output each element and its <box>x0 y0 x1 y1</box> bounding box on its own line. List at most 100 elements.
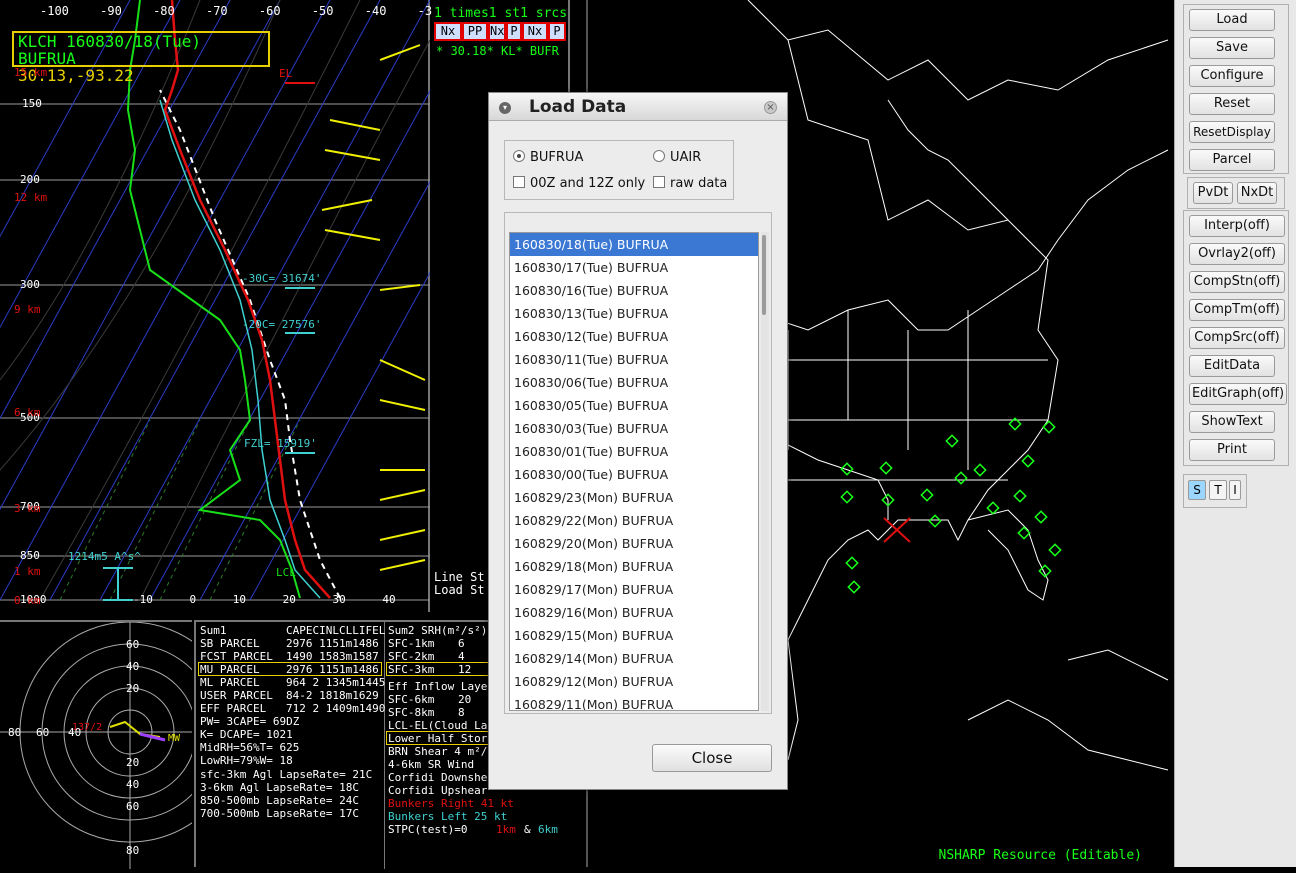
scrollbar-thumb[interactable] <box>762 235 766 315</box>
hodo-ring-label: 40 <box>68 726 82 739</box>
temp-tick: 20 <box>282 593 296 606</box>
parcel-values: 712 2 1409m1490 <box>286 702 386 715</box>
next-stn-button[interactable]: Nx <box>488 22 506 41</box>
misc2-line: Corfidi Downshear <box>388 771 501 784</box>
interp-button[interactable]: Interp(off) <box>1189 215 1285 237</box>
icing-toggle[interactable]: I <box>1229 480 1241 500</box>
srh-layer: SFC-6km <box>388 693 435 706</box>
height-label: 9 km <box>14 303 41 316</box>
srh-value: 8 <box>458 706 465 719</box>
temp-tick: -70 <box>205 4 228 18</box>
print-button[interactable]: Print <box>1189 439 1275 461</box>
hodo-ring-label: 20 <box>126 756 140 769</box>
list-item[interactable]: 160830/06(Tue) BUFRUA <box>510 371 758 394</box>
prev-stn-button[interactable]: P <box>506 22 522 41</box>
reset-button[interactable]: Reset <box>1189 93 1275 115</box>
sum2-header: Sum2 SRH(m²/s²) <box>388 624 488 637</box>
list-item[interactable]: 160830/17(Tue) BUFRUA <box>510 256 758 279</box>
time-list[interactable]: 160830/18(Tue) BUFRUA 160830/17(Tue) BUF… <box>509 232 759 711</box>
pressure-label: 300 <box>20 278 40 291</box>
parcel-name: ML PARCEL <box>200 676 260 689</box>
temp-tick: 0 <box>189 593 197 606</box>
temp-tick: -40 <box>364 4 387 18</box>
list-item[interactable]: 160830/05(Tue) BUFRUA <box>510 394 758 417</box>
window-menu-icon[interactable]: ▾ <box>499 102 511 114</box>
misc2-line: BRN Shear 4 m²/s² <box>388 745 501 758</box>
turbulence-toggle[interactable]: T <box>1209 480 1227 500</box>
bufrua-radio[interactable]: BUFRUA <box>513 150 583 165</box>
next-src-button[interactable]: Nx <box>522 22 548 41</box>
prev-date-button[interactable]: PvDt <box>1193 182 1233 204</box>
temp-tick: -50 <box>311 4 334 18</box>
compare-time-button[interactable]: CompTm(off) <box>1189 299 1285 321</box>
raw-data-checkbox[interactable]: raw data <box>653 176 727 191</box>
lcl-label: LCL <box>276 566 296 579</box>
save-button[interactable]: Save <box>1189 37 1275 59</box>
list-item[interactable]: 160829/18(Mon) BUFRUA <box>510 555 758 578</box>
list-item[interactable]: 160830/11(Tue) BUFRUA <box>510 348 758 371</box>
radio-checked-icon <box>513 150 525 162</box>
pressure-label: 850 <box>20 549 40 562</box>
hodo-ring-label: 40 <box>126 660 140 673</box>
hodo-ring-label: 80 <box>8 726 22 739</box>
temp-tick: -10 <box>133 593 153 606</box>
height-label: 1 km <box>14 565 41 578</box>
compare-source-button[interactable]: CompSrc(off) <box>1189 327 1285 349</box>
edit-data-button[interactable]: EditData <box>1189 355 1275 377</box>
list-item[interactable]: 160829/16(Mon) BUFRUA <box>510 601 758 624</box>
dialog-titlebar[interactable]: ▾ Load Data × <box>489 93 787 121</box>
close-icon[interactable]: × <box>764 101 777 114</box>
list-item[interactable]: 160829/15(Mon) BUFRUA <box>510 624 758 647</box>
list-item[interactable]: 160830/16(Tue) BUFRUA <box>510 279 758 302</box>
mean-wind-label: MW <box>168 733 181 744</box>
skewt-diagram <box>0 0 430 601</box>
parcel-button[interactable]: Parcel <box>1189 149 1275 171</box>
skewt-panel[interactable]: -100 -90 -80 -70 -60 -50 -40 -30 KLCH 16… <box>0 0 439 612</box>
configure-button[interactable]: Configure <box>1189 65 1275 87</box>
hodo-ring-label: 60 <box>126 800 140 813</box>
height-label: 0 km <box>14 594 41 607</box>
list-item[interactable]: 160829/12(Mon) BUFRUA <box>510 670 758 693</box>
map-caption: NSHARP Resource (Editable) <box>938 848 1143 863</box>
list-item[interactable]: 160829/22(Mon) BUFRUA <box>510 509 758 532</box>
skewt-toggle[interactable]: S <box>1188 480 1206 500</box>
list-item[interactable]: 160830/18(Tue) BUFRUA <box>510 233 758 256</box>
list-item[interactable]: 160830/13(Tue) BUFRUA <box>510 302 758 325</box>
srh-value: 20 <box>458 693 472 706</box>
prev-time-button[interactable]: PP <box>462 22 488 41</box>
nsharp-toolbar: Load Save Configure Reset ResetDisplay P… <box>1174 0 1296 867</box>
list-item[interactable]: 160829/17(Mon) BUFRUA <box>510 578 758 601</box>
load-button[interactable]: Load <box>1189 9 1275 31</box>
hodograph-panel[interactable]: 137/2 60 40 20 20 40 60 80 80 60 40 MW <box>0 620 241 869</box>
list-item[interactable]: 160830/00(Tue) BUFRUA <box>510 463 758 486</box>
reset-display-button[interactable]: ResetDisplay <box>1189 121 1275 143</box>
00z-12z-checkbox[interactable]: 00Z and 12Z only <box>513 176 645 191</box>
compare-station-button[interactable]: CompStn(off) <box>1189 271 1285 293</box>
el-label: EL <box>279 67 293 80</box>
parcel-name: SB PARCEL <box>200 637 260 650</box>
list-item[interactable]: 160829/14(Mon) BUFRUA <box>510 647 758 670</box>
sum1-header: Sum1 <box>200 624 227 637</box>
overlay2-button[interactable]: Ovrlay2(off) <box>1189 243 1285 265</box>
list-item[interactable]: 160830/01(Tue) BUFRUA <box>510 440 758 463</box>
hodo-ring-label: 40 <box>126 778 140 791</box>
next-date-button[interactable]: NxDt <box>1237 182 1277 204</box>
srh-layer: SFC-8km <box>388 706 435 719</box>
misc-line: LowRH=79%W= 18 <box>200 754 293 767</box>
show-text-button[interactable]: ShowText <box>1189 411 1275 433</box>
load-data-dialog[interactable]: ▾ Load Data × BUFRUA UAIR 00Z and 12Z on… <box>488 92 788 790</box>
height-label: 3 km <box>14 502 41 515</box>
list-item[interactable]: 160829/11(Mon) BUFRUA <box>510 693 758 710</box>
list-item[interactable]: 160830/12(Tue) BUFRUA <box>510 325 758 348</box>
list-item[interactable]: 160829/23(Mon) BUFRUA <box>510 486 758 509</box>
next-time-button[interactable]: Nx <box>434 22 462 41</box>
temp-tick: -90 <box>100 4 122 18</box>
annot-minus20: -20C= 27576' <box>242 318 322 331</box>
list-scrollbar[interactable] <box>761 232 769 711</box>
edit-graph-button[interactable]: EditGraph(off) <box>1189 383 1287 405</box>
list-item[interactable]: 160830/03(Tue) BUFRUA <box>510 417 758 440</box>
prev-src-button[interactable]: P <box>548 22 566 41</box>
uair-radio[interactable]: UAIR <box>653 150 701 165</box>
close-button[interactable]: Close <box>652 744 772 772</box>
list-item[interactable]: 160829/20(Mon) BUFRUA <box>510 532 758 555</box>
